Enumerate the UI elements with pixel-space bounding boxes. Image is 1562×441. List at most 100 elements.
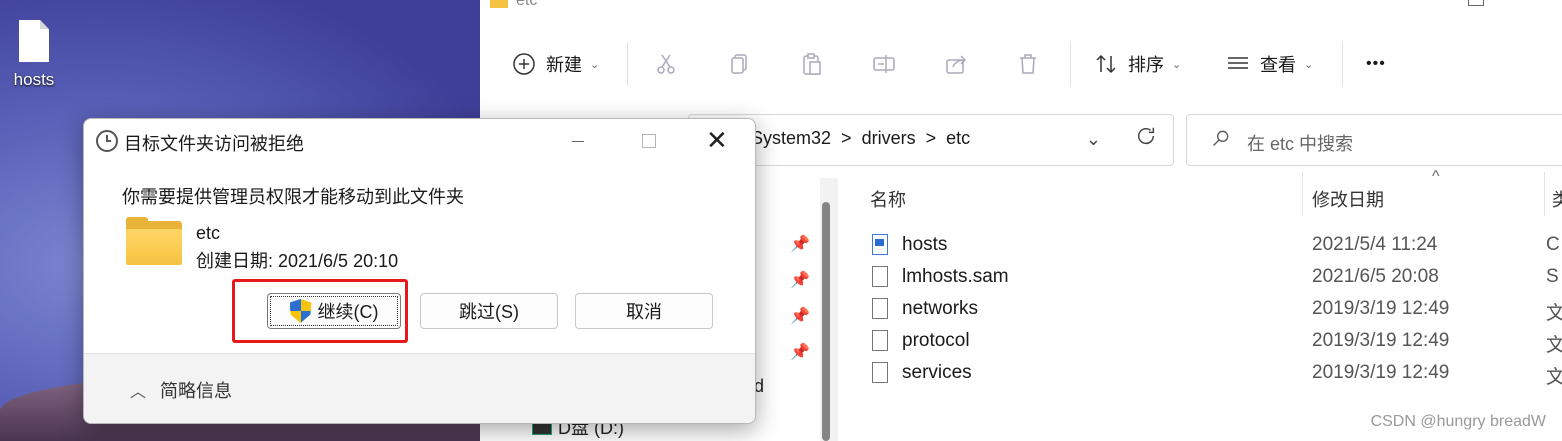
file-type: 文 bbox=[1546, 303, 1562, 324]
close-icon[interactable]: ✕ bbox=[706, 125, 728, 155]
explorer-titlebar: etc bbox=[480, 0, 1562, 14]
dialog-message: 你需要提供管理员权限才能移动到此文件夹 bbox=[122, 187, 464, 207]
maximize-button[interactable] bbox=[1468, 0, 1484, 6]
folder-name: etc bbox=[196, 223, 221, 243]
search-input[interactable]: 在 etc 中搜索 bbox=[1186, 114, 1562, 166]
breadcrumb: System32 > drivers > etc bbox=[751, 128, 970, 149]
breadcrumb-item[interactable]: System32 bbox=[751, 128, 831, 148]
address-bar[interactable]: System32 > drivers > etc ⌄ bbox=[688, 114, 1174, 166]
file-type: 文 bbox=[1546, 367, 1562, 388]
search-icon bbox=[1211, 128, 1231, 153]
file-name: protocol bbox=[902, 330, 970, 351]
file-modified: 2019/3/19 12:49 bbox=[1312, 362, 1450, 383]
desktop-icon-label: hosts bbox=[13, 70, 55, 89]
plus-circle-icon bbox=[510, 50, 538, 78]
column-divider[interactable] bbox=[1544, 172, 1545, 216]
column-header-name[interactable]: 名称 bbox=[870, 186, 906, 212]
highlight-annotation-box bbox=[232, 279, 408, 343]
pin-icon[interactable]: 📌 bbox=[790, 270, 810, 290]
access-denied-dialog: 目标文件夹访问被拒绝 ✕ 你需要提供管理员权限才能移动到此文件夹 etc 创建日… bbox=[83, 118, 756, 424]
file-modified: 2019/3/19 12:49 bbox=[1312, 330, 1450, 351]
view-button[interactable]: 查看 ⌄ bbox=[1224, 36, 1313, 92]
sort-label: 排序 bbox=[1128, 55, 1164, 75]
folder-front bbox=[126, 229, 182, 265]
minimize-button[interactable] bbox=[572, 141, 584, 142]
scrollbar-thumb[interactable] bbox=[822, 202, 830, 441]
file-icon bbox=[872, 362, 888, 383]
toolbar-divider bbox=[1070, 42, 1071, 86]
table-row[interactable]: protocol 2019/3/19 12:49 文 bbox=[840, 325, 1562, 357]
table-row[interactable]: networks 2019/3/19 12:49 文 bbox=[840, 293, 1562, 325]
sort-arrows-icon bbox=[1092, 50, 1120, 78]
drive-icon bbox=[532, 423, 552, 436]
breadcrumb-separator: > bbox=[841, 128, 852, 148]
file-modified: 2019/3/19 12:49 bbox=[1312, 298, 1450, 319]
dialog-title: 目标文件夹访问被拒绝 bbox=[124, 134, 304, 154]
explorer-toolbar: 新建 ⌄ 排序 ⌄ 查看 ⌄ ••• bbox=[480, 36, 1562, 92]
toolbar-divider bbox=[627, 42, 628, 86]
breadcrumb-separator: > bbox=[925, 128, 937, 148]
table-row[interactable]: hosts 2021/5/4 11:24 C bbox=[840, 229, 1562, 261]
file-icon bbox=[872, 330, 888, 351]
more-options-button[interactable]: ••• bbox=[1366, 36, 1386, 92]
delete-button[interactable] bbox=[1014, 36, 1042, 92]
maximize-button[interactable] bbox=[642, 134, 656, 148]
table-row[interactable]: services 2019/3/19 12:49 文 bbox=[840, 357, 1562, 389]
sort-button[interactable]: 排序 ⌄ bbox=[1092, 36, 1181, 92]
sort-caret-icon: ^ bbox=[1432, 168, 1440, 185]
watermark: CSDN @hungry breadW bbox=[1370, 413, 1546, 430]
chevron-down-icon: ⌄ bbox=[590, 58, 600, 71]
breadcrumb-item[interactable]: etc bbox=[946, 128, 970, 148]
dialog-titlebar: 目标文件夹访问被拒绝 ✕ bbox=[84, 119, 755, 163]
folder-icon bbox=[490, 0, 508, 8]
folder-created-date: 创建日期: 2021/6/5 20:10 bbox=[196, 251, 399, 271]
file-modified: 2021/5/4 11:24 bbox=[1312, 234, 1438, 255]
details-toggle[interactable]: 简略信息 bbox=[160, 377, 232, 403]
paste-button[interactable] bbox=[798, 36, 826, 92]
skip-button[interactable]: 跳过(S) bbox=[420, 293, 558, 329]
toolbar-divider bbox=[1342, 42, 1343, 86]
pin-icon[interactable]: 📌 bbox=[790, 234, 810, 254]
chevron-up-icon[interactable]: ︿ bbox=[130, 378, 146, 402]
pin-icon[interactable]: 📌 bbox=[790, 306, 810, 326]
copy-icon bbox=[726, 50, 754, 78]
clipboard-icon bbox=[798, 50, 826, 78]
search-placeholder: 在 etc 中搜索 bbox=[1247, 134, 1354, 154]
cancel-button[interactable]: 取消 bbox=[575, 293, 713, 329]
rename-icon bbox=[870, 50, 898, 78]
scissors-icon bbox=[652, 50, 680, 78]
clock-icon bbox=[96, 130, 118, 152]
file-name: services bbox=[902, 362, 972, 383]
nav-scrollbar[interactable] bbox=[820, 178, 838, 441]
chevron-down-icon[interactable]: ⌄ bbox=[1086, 129, 1101, 150]
view-label: 查看 bbox=[1260, 55, 1296, 75]
new-button[interactable]: 新建 ⌄ bbox=[510, 36, 599, 92]
copy-button[interactable] bbox=[726, 36, 754, 92]
table-row[interactable]: lmhosts.sam 2021/6/5 20:08 S bbox=[840, 261, 1562, 293]
breadcrumb-item[interactable]: drivers bbox=[862, 128, 916, 148]
pin-icon[interactable]: 📌 bbox=[790, 342, 810, 362]
file-type: C bbox=[1546, 234, 1560, 255]
desktop-icon-hosts[interactable]: hosts bbox=[6, 20, 62, 90]
column-header-type[interactable]: 类 bbox=[1552, 186, 1562, 212]
folder-icon bbox=[126, 217, 182, 265]
column-divider[interactable] bbox=[1302, 172, 1303, 216]
cut-button[interactable] bbox=[652, 36, 680, 92]
refresh-icon[interactable] bbox=[1135, 125, 1157, 153]
file-type: 文 bbox=[1546, 335, 1562, 356]
rename-button[interactable] bbox=[870, 36, 898, 92]
dialog-footer: ︿ 简略信息 bbox=[84, 353, 755, 423]
window-title: etc bbox=[516, 0, 538, 9]
column-header-modified[interactable]: 修改日期 bbox=[1312, 186, 1384, 212]
file-type: S bbox=[1546, 266, 1559, 287]
chevron-down-icon: ⌄ bbox=[1304, 58, 1314, 71]
file-list-header: ^ 名称 修改日期 类 bbox=[840, 168, 1562, 224]
share-button[interactable] bbox=[942, 36, 970, 92]
file-name: hosts bbox=[902, 234, 948, 255]
trash-icon bbox=[1014, 50, 1042, 78]
view-lines-icon bbox=[1224, 50, 1252, 78]
file-name: networks bbox=[902, 298, 979, 319]
new-label: 新建 bbox=[546, 55, 582, 75]
hosts-file-icon bbox=[872, 234, 888, 255]
file-icon bbox=[872, 266, 888, 287]
